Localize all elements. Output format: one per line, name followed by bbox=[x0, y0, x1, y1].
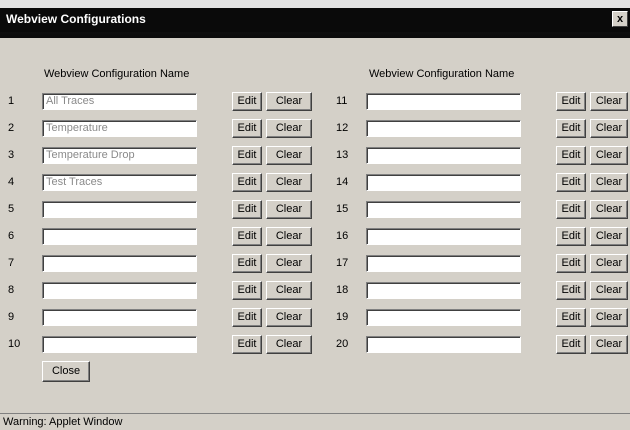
edit-button[interactable]: Edit bbox=[232, 308, 262, 327]
row-number: 14 bbox=[336, 176, 349, 188]
clear-button[interactable]: Clear bbox=[590, 254, 628, 273]
row-number: 6 bbox=[8, 230, 15, 242]
row-number: 18 bbox=[336, 284, 349, 296]
config-name-field[interactable] bbox=[366, 120, 521, 137]
clear-button[interactable]: Clear bbox=[590, 335, 628, 354]
clear-button[interactable]: Clear bbox=[266, 92, 312, 111]
edit-button[interactable]: Edit bbox=[556, 308, 586, 327]
edit-button[interactable]: Edit bbox=[556, 254, 586, 273]
edit-button[interactable]: Edit bbox=[556, 92, 586, 111]
edit-button[interactable]: Edit bbox=[556, 227, 586, 246]
row-number: 8 bbox=[8, 284, 15, 296]
status-bar: Warning: Applet Window bbox=[0, 413, 630, 430]
config-name-field[interactable] bbox=[42, 282, 197, 299]
config-name-field[interactable] bbox=[42, 228, 197, 245]
config-name-field[interactable] bbox=[366, 174, 521, 191]
clear-button[interactable]: Clear bbox=[266, 281, 312, 300]
row-number: 15 bbox=[336, 203, 349, 215]
config-name-field[interactable] bbox=[42, 336, 197, 353]
window-title: Webview Configurations bbox=[6, 12, 146, 26]
clear-button[interactable]: Clear bbox=[590, 146, 628, 165]
edit-button[interactable]: Edit bbox=[232, 92, 262, 111]
row-number: 16 bbox=[336, 230, 349, 242]
clear-button[interactable]: Clear bbox=[590, 227, 628, 246]
row-number: 3 bbox=[8, 149, 15, 161]
config-name-field[interactable] bbox=[42, 120, 197, 137]
clear-button[interactable]: Clear bbox=[590, 308, 628, 327]
edit-button[interactable]: Edit bbox=[232, 146, 262, 165]
edit-button[interactable]: Edit bbox=[232, 119, 262, 138]
edit-button[interactable]: Edit bbox=[232, 281, 262, 300]
clear-button[interactable]: Clear bbox=[590, 119, 628, 138]
edit-button[interactable]: Edit bbox=[556, 200, 586, 219]
config-name-field[interactable] bbox=[366, 282, 521, 299]
row-number: 9 bbox=[8, 311, 15, 323]
row-number: 7 bbox=[8, 257, 15, 269]
right-column-header: Webview Configuration Name bbox=[369, 68, 515, 80]
config-name-field[interactable] bbox=[366, 336, 521, 353]
title-bar: Webview Configurations x bbox=[0, 0, 630, 38]
edit-button[interactable]: Edit bbox=[232, 335, 262, 354]
clear-button[interactable]: Clear bbox=[590, 200, 628, 219]
row-number: 11 bbox=[336, 95, 348, 107]
close-window-icon[interactable]: x bbox=[612, 11, 628, 27]
row-number: 13 bbox=[336, 149, 349, 161]
config-name-field[interactable] bbox=[42, 93, 197, 110]
row-number: 20 bbox=[336, 338, 349, 350]
edit-button[interactable]: Edit bbox=[232, 254, 262, 273]
config-name-field[interactable] bbox=[366, 228, 521, 245]
left-column-header: Webview Configuration Name bbox=[44, 68, 190, 80]
row-number: 12 bbox=[336, 122, 349, 134]
row-number: 19 bbox=[336, 311, 349, 323]
clear-button[interactable]: Clear bbox=[266, 119, 312, 138]
edit-button[interactable]: Edit bbox=[232, 227, 262, 246]
row-number: 10 bbox=[8, 338, 21, 350]
edit-button[interactable]: Edit bbox=[556, 173, 586, 192]
clear-button[interactable]: Clear bbox=[266, 254, 312, 273]
row-number: 4 bbox=[8, 176, 15, 188]
clear-button[interactable]: Clear bbox=[266, 200, 312, 219]
clear-button[interactable]: Clear bbox=[266, 173, 312, 192]
close-button[interactable]: Close bbox=[42, 361, 90, 382]
edit-button[interactable]: Edit bbox=[556, 335, 586, 354]
edit-button[interactable]: Edit bbox=[232, 173, 262, 192]
config-name-field[interactable] bbox=[42, 309, 197, 326]
clear-button[interactable]: Clear bbox=[590, 92, 628, 111]
config-name-field[interactable] bbox=[42, 255, 197, 272]
clear-button[interactable]: Clear bbox=[266, 308, 312, 327]
row-number: 2 bbox=[8, 122, 15, 134]
config-name-field[interactable] bbox=[366, 201, 521, 218]
row-number: 5 bbox=[8, 203, 15, 215]
clear-button[interactable]: Clear bbox=[266, 146, 312, 165]
config-name-field[interactable] bbox=[366, 255, 521, 272]
config-name-field[interactable] bbox=[366, 309, 521, 326]
row-number: 17 bbox=[336, 257, 349, 269]
edit-button[interactable]: Edit bbox=[232, 200, 262, 219]
edit-button[interactable]: Edit bbox=[556, 146, 586, 165]
config-name-field[interactable] bbox=[366, 93, 521, 110]
clear-button[interactable]: Clear bbox=[590, 173, 628, 192]
config-name-field[interactable] bbox=[42, 174, 197, 191]
config-name-field[interactable] bbox=[366, 147, 521, 164]
config-name-field[interactable] bbox=[42, 201, 197, 218]
config-name-field[interactable] bbox=[42, 147, 197, 164]
clear-button[interactable]: Clear bbox=[266, 227, 312, 246]
clear-button[interactable]: Clear bbox=[266, 335, 312, 354]
edit-button[interactable]: Edit bbox=[556, 119, 586, 138]
clear-button[interactable]: Clear bbox=[590, 281, 628, 300]
edit-button[interactable]: Edit bbox=[556, 281, 586, 300]
row-number: 1 bbox=[8, 95, 15, 107]
